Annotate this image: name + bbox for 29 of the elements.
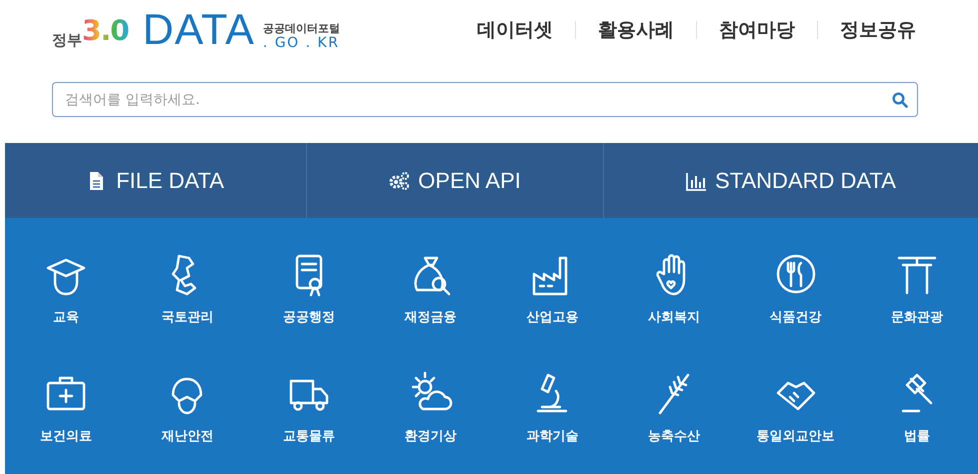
- nav-link[interactable]: 참여마당: [697, 16, 817, 44]
- category-link[interactable]: 식품건강: [734, 250, 856, 355]
- search-field[interactable]: 검색어를 입력하세요.: [52, 82, 918, 117]
- category-link[interactable]: 법률: [856, 369, 978, 474]
- logo-brand: DATA: [142, 8, 255, 52]
- category-link[interactable]: 환경기상: [370, 369, 492, 474]
- category-link[interactable]: 교통물류: [248, 369, 370, 474]
- nav-link[interactable]: 활용사례: [576, 16, 696, 44]
- category-link[interactable]: 사회복지: [613, 250, 735, 355]
- category-tab[interactable]: STANDARD DATA: [604, 143, 978, 218]
- category-link[interactable]: 통일외교안보: [734, 369, 856, 474]
- category-link[interactable]: 농축수산: [613, 369, 735, 474]
- category-link[interactable]: 교육: [5, 250, 127, 355]
- search-icon[interactable]: [892, 92, 908, 108]
- gears-icon: [389, 170, 410, 190]
- category-link[interactable]: 재난안전: [126, 369, 248, 474]
- category-link[interactable]: 문화관광: [856, 250, 978, 355]
- nav-link[interactable]: 정보공유: [818, 16, 938, 44]
- category-link[interactable]: 과학기술: [492, 369, 614, 474]
- category-link[interactable]: 보건의료: [5, 369, 127, 474]
- logo-prefix: 정부: [52, 30, 82, 51]
- logo-subtitle: 공공데이터포털: [262, 22, 340, 35]
- category-link[interactable]: 국토관리: [126, 250, 248, 355]
- logo-domain: . GO . KR: [262, 34, 340, 52]
- bar-chart-icon: [686, 170, 708, 190]
- category-link[interactable]: 공공행정: [248, 250, 370, 355]
- category-link[interactable]: 산업고용: [492, 250, 614, 355]
- category-link[interactable]: 재정금융: [370, 250, 492, 355]
- nav-link[interactable]: 데이터셋: [455, 16, 575, 44]
